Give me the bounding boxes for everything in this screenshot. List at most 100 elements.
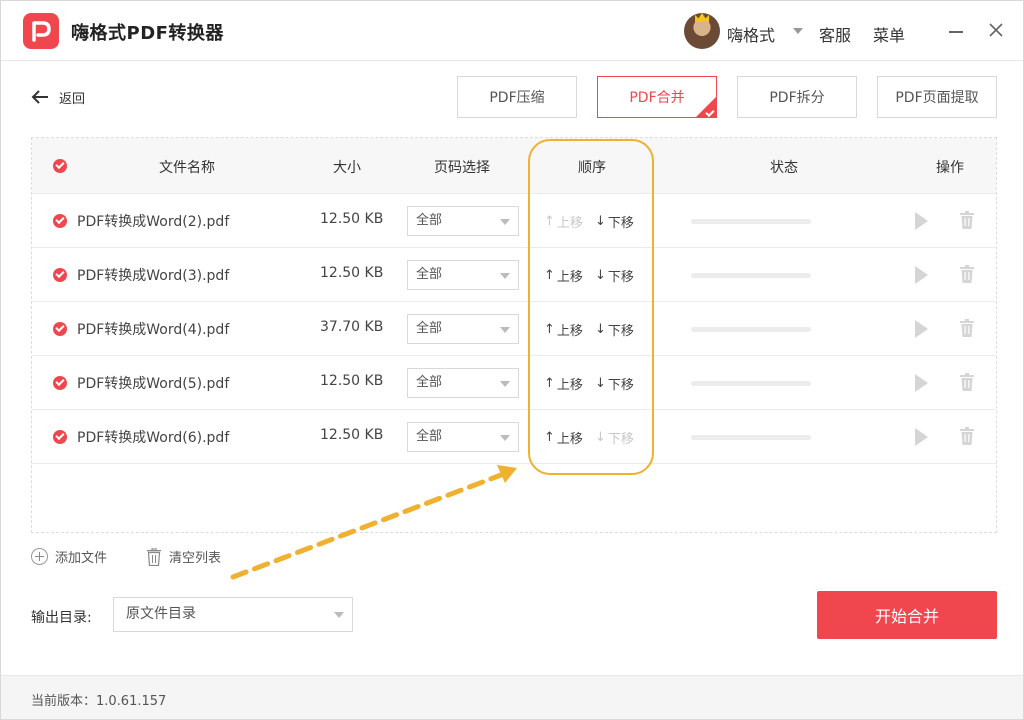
minimize-icon[interactable]	[949, 31, 963, 33]
tab-pdf-page-extract[interactable]: PDF页面提取	[877, 76, 997, 118]
start-merge-button[interactable]: 开始合并	[817, 591, 997, 639]
status-progress-bar	[691, 435, 811, 440]
row-checkbox[interactable]	[53, 430, 67, 444]
move-down-button[interactable]: ↓ 下移	[595, 374, 634, 393]
page-range-value: 全部	[416, 267, 443, 282]
page-range-value: 全部	[416, 213, 443, 228]
move-down-button[interactable]: ↓ 下移	[595, 320, 634, 339]
play-icon[interactable]	[915, 266, 928, 284]
table-row: PDF转换成Word(2).pdf 12.50 KB 全部 ↑ 上移 ↓ 下移	[32, 194, 996, 248]
file-size: 37.70 KB	[320, 319, 384, 335]
status-progress-bar	[691, 381, 811, 386]
trash-icon[interactable]	[960, 373, 974, 391]
arrow-up-icon: ↑	[544, 430, 555, 445]
move-up-label: 上移	[556, 324, 583, 339]
play-icon[interactable]	[915, 320, 928, 338]
move-up-button[interactable]: ↑ 上移	[544, 320, 583, 339]
tab-pdf-merge[interactable]: PDF合并	[597, 76, 717, 118]
arrow-up-icon: ↑	[544, 268, 555, 283]
move-up-label: 上移	[556, 216, 583, 231]
user-avatar[interactable]	[684, 13, 720, 49]
file-name: PDF转换成Word(4).pdf	[77, 322, 230, 338]
trash-icon[interactable]	[960, 265, 974, 283]
back-button[interactable]: 返回	[31, 87, 85, 107]
move-down-button[interactable]: ↓ 下移	[595, 266, 634, 285]
header-action: 操作	[936, 160, 964, 176]
output-directory-select[interactable]: 原文件目录	[113, 597, 353, 632]
clear-list-label: 清空列表	[169, 551, 222, 566]
chevron-down-icon[interactable]	[793, 28, 803, 34]
move-up-label: 上移	[556, 270, 583, 285]
move-down-label: 下移	[607, 270, 634, 285]
row-checkbox[interactable]	[53, 268, 67, 282]
back-label: 返回	[59, 91, 86, 107]
page-range-select[interactable]: 全部	[407, 422, 519, 452]
file-name: PDF转换成Word(5).pdf	[77, 376, 230, 392]
move-down-label: 下移	[607, 216, 634, 231]
file-name: PDF转换成Word(3).pdf	[77, 268, 230, 284]
chevron-down-icon	[500, 219, 510, 225]
chevron-down-icon	[500, 435, 510, 441]
tab-pdf-merge-label: PDF合并	[629, 90, 685, 106]
tab-pdf-split[interactable]: PDF拆分	[737, 76, 857, 118]
row-checkbox[interactable]	[53, 214, 67, 228]
chevron-down-icon	[500, 273, 510, 279]
row-checkbox[interactable]	[53, 322, 67, 336]
arrow-down-icon: ↓	[595, 376, 606, 391]
clear-list-button[interactable]: 清空列表	[146, 547, 221, 566]
arrow-down-icon: ↓	[595, 214, 606, 229]
file-name: PDF转换成Word(6).pdf	[77, 430, 230, 446]
header-page-selection: 页码选择	[434, 160, 490, 176]
arrow-down-icon: ↓	[595, 322, 606, 337]
chevron-down-icon	[500, 381, 510, 387]
page-range-select[interactable]: 全部	[407, 260, 519, 290]
add-file-button[interactable]: 添加文件	[31, 547, 107, 566]
select-all-checkbox[interactable]	[53, 159, 67, 173]
move-down-button[interactable]: ↓ 下移	[595, 428, 634, 447]
file-size: 12.50 KB	[320, 211, 384, 227]
footer: 当前版本：1.0.61.157	[1, 675, 1023, 719]
page-range-select[interactable]: 全部	[407, 314, 519, 344]
status-progress-bar	[691, 273, 811, 278]
page-range-select[interactable]: 全部	[407, 368, 519, 398]
trash-icon[interactable]	[960, 211, 974, 229]
table-row: PDF转换成Word(4).pdf 37.70 KB 全部 ↑ 上移 ↓ 下移	[32, 302, 996, 356]
close-icon[interactable]	[987, 21, 1005, 39]
trash-icon[interactable]	[960, 427, 974, 445]
user-name[interactable]: 嗨格式	[727, 22, 775, 46]
arrow-up-icon: ↑	[544, 376, 555, 391]
version-text: 当前版本：1.0.61.157	[31, 694, 167, 709]
row-checkbox[interactable]	[53, 376, 67, 390]
table-row: PDF转换成Word(6).pdf 12.50 KB 全部 ↑ 上移 ↓ 下移	[32, 410, 996, 464]
arrow-up-icon: ↑	[544, 322, 555, 337]
move-up-button[interactable]: ↑ 上移	[544, 212, 583, 231]
arrow-down-icon: ↓	[595, 268, 606, 283]
move-down-button[interactable]: ↓ 下移	[595, 212, 634, 231]
trash-icon[interactable]	[960, 319, 974, 337]
table-row: PDF转换成Word(5).pdf 12.50 KB 全部 ↑ 上移 ↓ 下移	[32, 356, 996, 410]
add-file-label: 添加文件	[55, 551, 108, 566]
output-directory-label: 输出目录:	[31, 610, 92, 626]
file-size: 12.50 KB	[320, 427, 384, 443]
play-icon[interactable]	[915, 212, 928, 230]
menu-link[interactable]: 菜单	[873, 22, 905, 46]
arrow-up-icon: ↑	[544, 214, 555, 229]
page-range-value: 全部	[416, 429, 443, 444]
header-status: 状态	[770, 160, 798, 176]
app-logo-icon	[23, 13, 59, 49]
play-icon[interactable]	[915, 374, 928, 392]
trash-icon	[147, 547, 161, 566]
file-size: 12.50 KB	[320, 373, 384, 389]
customer-service-link[interactable]: 客服	[819, 22, 851, 46]
tab-pdf-compress[interactable]: PDF压缩	[457, 76, 577, 118]
play-icon[interactable]	[915, 428, 928, 446]
file-size: 12.50 KB	[320, 265, 384, 281]
page-range-select[interactable]: 全部	[407, 206, 519, 236]
add-circle-icon	[31, 548, 48, 565]
status-progress-bar	[691, 327, 811, 332]
arrow-left-icon	[31, 90, 48, 104]
move-up-button[interactable]: ↑ 上移	[544, 428, 583, 447]
move-up-button[interactable]: ↑ 上移	[544, 266, 583, 285]
chevron-down-icon	[500, 327, 510, 333]
move-up-button[interactable]: ↑ 上移	[544, 374, 583, 393]
